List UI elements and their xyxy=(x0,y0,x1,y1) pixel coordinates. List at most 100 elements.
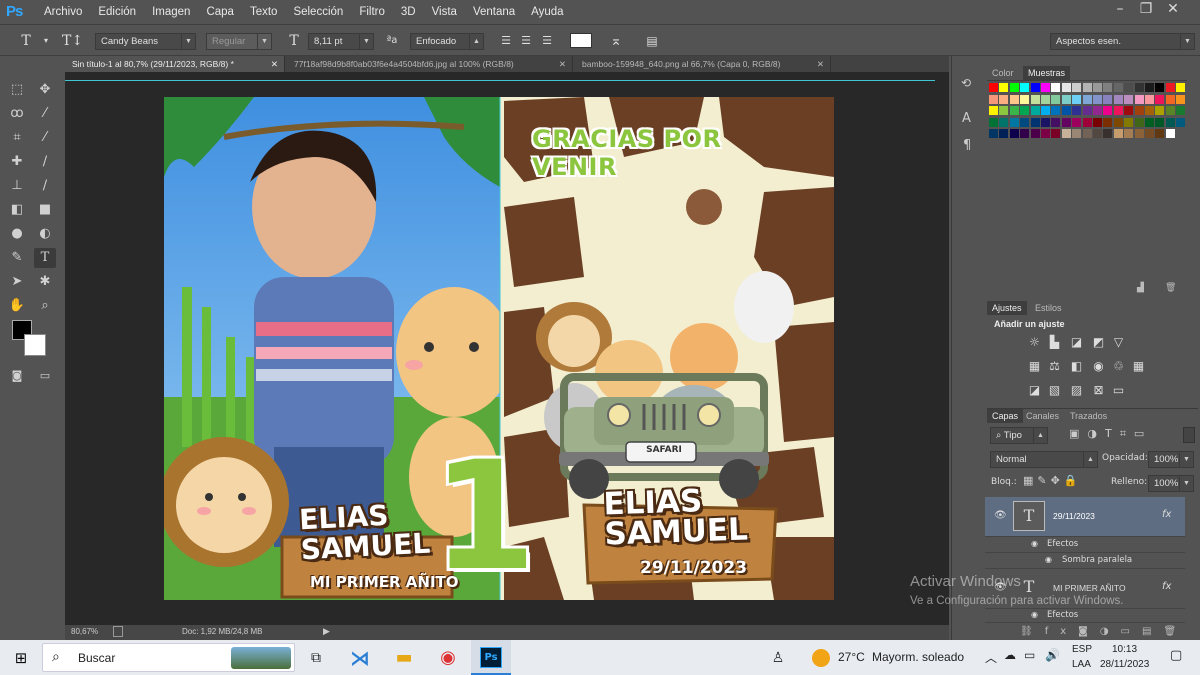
color-swatch[interactable] xyxy=(1113,83,1123,92)
clock-time[interactable]: 10:13 xyxy=(1112,644,1137,655)
color-swatch[interactable] xyxy=(1176,117,1186,127)
color-swatch[interactable] xyxy=(1155,83,1165,92)
color-swatch[interactable] xyxy=(1093,117,1102,127)
color-swatch[interactable] xyxy=(1082,94,1092,104)
menu-capa[interactable]: Capa xyxy=(198,0,242,24)
selective-color-icon[interactable]: ⊠ xyxy=(1092,384,1105,397)
mixer-icon[interactable]: ♲ xyxy=(1112,360,1125,373)
color-swatch[interactable] xyxy=(1145,94,1154,104)
warp-text-icon[interactable]: ⌅ xyxy=(606,32,626,50)
cloud-icon[interactable]: ☁ xyxy=(1004,648,1016,662)
color-swatch[interactable] xyxy=(1041,106,1050,115)
color-swatch[interactable] xyxy=(1093,83,1102,92)
close-tab-icon[interactable]: ✕ xyxy=(559,56,566,72)
color-swatch[interactable] xyxy=(1061,129,1071,138)
healing-brush-icon[interactable]: ✚ xyxy=(6,152,28,172)
layer-effect-shadow[interactable]: ◉ Sombra paralela xyxy=(985,553,1185,569)
eyedropper-icon[interactable]: ⁄ xyxy=(34,128,56,148)
color-swatch[interactable] xyxy=(1009,129,1019,138)
color-swatch[interactable] xyxy=(1030,94,1040,104)
document-canvas[interactable]: GRACIAS POR VENIR SAFARI ELIAS SAMUEL MI… xyxy=(164,97,834,600)
layer-bottom-icons[interactable]: ⛓fx◙◑▭▤🗑 xyxy=(1020,626,1188,637)
hand-tool-icon[interactable]: ✋ xyxy=(6,296,28,316)
color-swatch[interactable] xyxy=(1072,83,1082,92)
search-box[interactable]: ⌕ Buscar xyxy=(42,643,295,672)
menu-3d[interactable]: 3D xyxy=(393,0,424,24)
color-swatch[interactable] xyxy=(989,94,998,104)
layer-filter-select[interactable]: ⌕ Tipo ▲ xyxy=(990,427,1048,444)
brightness-icon[interactable]: ☼ xyxy=(1028,336,1041,349)
color-swatch[interactable] xyxy=(1176,106,1186,115)
people-icon[interactable]: ♙ xyxy=(766,646,790,670)
color-swatch[interactable] xyxy=(1124,129,1134,138)
marquee-tool-icon[interactable]: ⬚ xyxy=(6,80,28,100)
photoshop-taskbar-item[interactable]: Ps xyxy=(471,640,511,675)
color-swatch[interactable] xyxy=(1134,94,1144,104)
color-swatch[interactable] xyxy=(1165,117,1175,127)
fx-icon[interactable]: fx xyxy=(1162,509,1171,520)
color-swatch[interactable] xyxy=(1009,117,1019,127)
eraser-tool-icon[interactable]: ◧ xyxy=(6,200,28,220)
color-swatch[interactable] xyxy=(999,106,1009,115)
color-swatch[interactable] xyxy=(1113,117,1123,127)
color-swatch[interactable] xyxy=(1051,129,1061,138)
lookup-icon[interactable]: ▦ xyxy=(1132,360,1145,373)
weather-text[interactable]: Mayorm. soleado xyxy=(872,650,964,664)
color-swatch[interactable] xyxy=(1072,129,1082,138)
color-swatch[interactable] xyxy=(1009,106,1019,115)
color-swatch[interactable] xyxy=(1103,106,1113,115)
align-center-icon[interactable]: ☰ xyxy=(516,32,536,50)
font-family-select[interactable]: Candy Beans ▼ xyxy=(95,33,196,50)
color-swatch[interactable] xyxy=(1072,106,1082,115)
color-swatch[interactable] xyxy=(1155,129,1165,138)
fill-input[interactable]: 100% ▼ xyxy=(1148,475,1194,492)
menu-texto[interactable]: Texto xyxy=(242,0,286,24)
tab-layers[interactable]: Capas xyxy=(987,409,1024,423)
color-swatch[interactable] xyxy=(1155,94,1165,104)
chevron-up-icon[interactable]: ︿ xyxy=(985,649,997,666)
hue-icon[interactable]: ▦ xyxy=(1028,360,1041,373)
tab-document-1[interactable]: Sin título-1 al 80,7% (29/11/2023, RGB/8… xyxy=(65,56,285,72)
color-swatch[interactable] xyxy=(1165,106,1175,115)
color-swatch[interactable] xyxy=(1176,83,1186,92)
color-swatch[interactable] xyxy=(1155,117,1165,127)
levels-icon[interactable]: ▙ xyxy=(1048,336,1061,349)
tab-paths[interactable]: Trazados xyxy=(1065,409,1112,423)
new-swatch-icon[interactable]: ▟ xyxy=(1137,283,1144,293)
color-swatch[interactable] xyxy=(1103,83,1113,92)
color-swatch[interactable] xyxy=(1009,83,1019,92)
layer-name[interactable]: MI PRIMER AÑITO xyxy=(1053,583,1126,593)
type-tool-icon[interactable]: T xyxy=(34,248,56,268)
color-swatch[interactable] xyxy=(1072,117,1082,127)
chrome-icon[interactable]: ◉ xyxy=(436,646,460,670)
menu-filtro[interactable]: Filtro xyxy=(351,0,393,24)
color-swatch[interactable] xyxy=(1145,129,1154,138)
align-left-icon[interactable]: ☰ xyxy=(496,32,516,50)
tab-color[interactable]: Color xyxy=(987,66,1019,80)
tab-document-2[interactable]: 77f18af98d9b8f0ab03f6e4a4504bfd6.jpg al … xyxy=(287,56,573,72)
color-swatch[interactable] xyxy=(1134,83,1144,92)
color-swatch[interactable] xyxy=(999,83,1009,92)
color-swatch[interactable] xyxy=(1134,129,1144,138)
color-swatch[interactable] xyxy=(1061,94,1071,104)
color-swatch[interactable] xyxy=(1113,129,1123,138)
color-swatch[interactable] xyxy=(1061,83,1071,92)
start-icon[interactable]: ⊞ xyxy=(9,646,33,670)
tab-styles[interactable]: Estilos xyxy=(1030,301,1067,315)
fx-icon[interactable]: fx xyxy=(1162,581,1171,592)
curves-icon[interactable]: ◪ xyxy=(1070,336,1083,349)
threshold-icon[interactable]: ▨ xyxy=(1070,384,1083,397)
color-swatch[interactable] xyxy=(1113,106,1123,115)
menu-archivo[interactable]: Archivo xyxy=(36,0,90,24)
color-swatch[interactable] xyxy=(1041,94,1050,104)
quick-select-icon[interactable]: ⁄ xyxy=(34,104,56,124)
color-swatch[interactable] xyxy=(999,94,1009,104)
color-swatch[interactable] xyxy=(1134,106,1144,115)
color-swatch[interactable] xyxy=(1082,106,1092,115)
stamp-tool-icon[interactable]: ⊥ xyxy=(6,176,28,196)
network-icon[interactable]: ▭ xyxy=(1024,648,1035,662)
color-swatch[interactable] xyxy=(1020,106,1030,115)
clock-date[interactable]: 28/11/2023 xyxy=(1100,659,1149,670)
antialias-select[interactable]: Enfocado ▲ xyxy=(410,33,484,50)
gradient-tool-icon[interactable]: ■ xyxy=(34,200,56,220)
